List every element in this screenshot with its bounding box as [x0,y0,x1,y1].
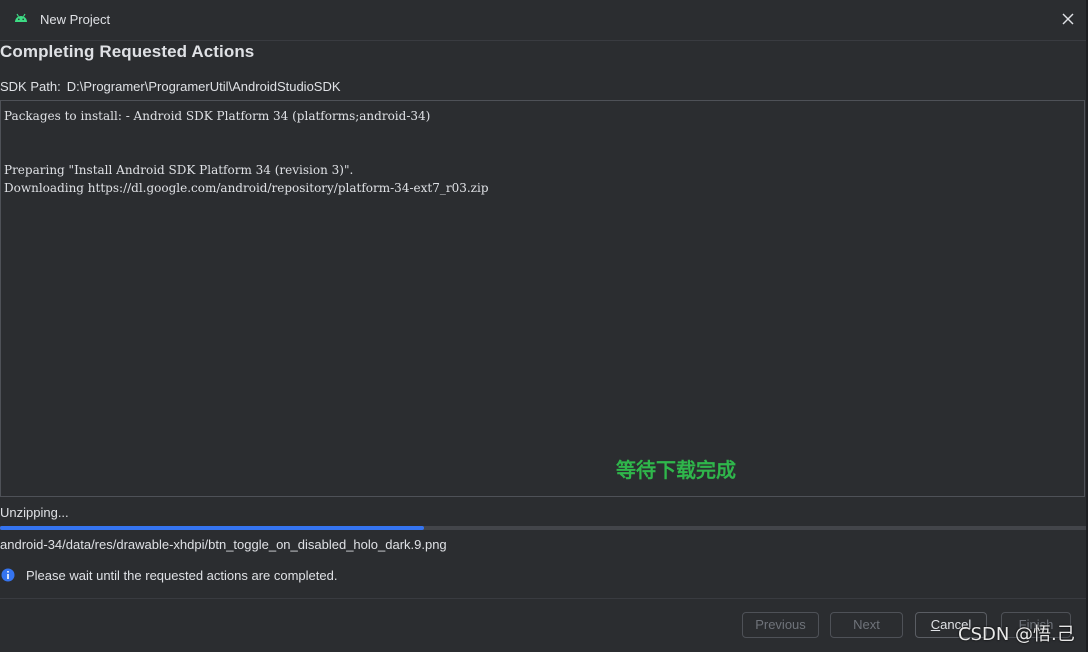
previous-button[interactable]: Previous [742,612,819,638]
page-title: Completing Requested Actions [0,42,255,61]
current-file: android-34/data/res/drawable-xhdpi/btn_t… [0,537,447,552]
log-line: Downloading https://dl.google.com/androi… [4,181,489,195]
progress-bar-fill [0,526,425,530]
close-icon[interactable] [1060,11,1076,27]
android-icon [15,13,27,22]
sdk-path-label: SDK Path: [0,79,61,94]
log-line: Packages to install: - Android SDK Platf… [4,109,431,123]
watermark: CSDN @悟.己 [958,624,1075,645]
annotation-note: 等待下载完成 [616,458,736,482]
sdk-path-row: SDK Path: D:\Programer\ProgramerUtil\Andr… [0,79,341,94]
info-icon [1,568,15,582]
dialog-footer: Previous Next Cancel Finish [0,598,1088,652]
install-log[interactable]: Packages to install: - Android SDK Platf… [0,100,1085,497]
info-message: Please wait until the requested actions … [26,568,338,583]
window-title: New Project [40,12,111,27]
sdk-path-value: D:\Programer\ProgramerUtil\AndroidStudio… [66,79,341,94]
next-button[interactable]: Next [830,612,903,638]
progress-bar [0,526,1088,530]
progress-status: Unzipping... [0,505,69,520]
log-line: Preparing "Install Android SDK Platform … [4,163,354,177]
new-project-dialog: New Project Completing Requested Actions… [0,0,1088,652]
title-bar: New Project [0,0,1088,41]
